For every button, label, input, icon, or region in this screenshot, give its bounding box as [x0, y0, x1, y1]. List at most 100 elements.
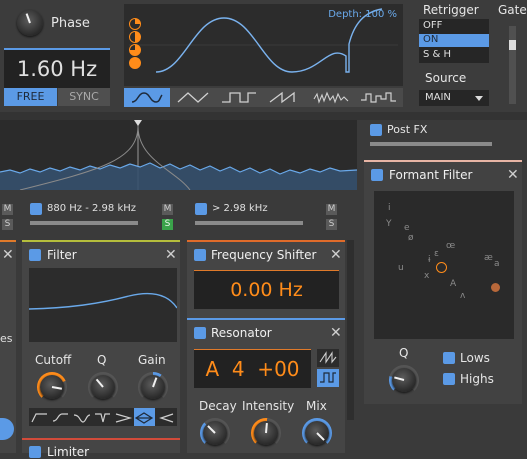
vowel-space-pad[interactable]: i Y e ø œ ɛ æ a ɨ u x A ʌ	[374, 191, 514, 339]
retrigger-option-on-label: ON	[423, 34, 439, 45]
lows-checkbox[interactable]	[443, 352, 455, 364]
cutoff-knob[interactable]	[40, 375, 64, 399]
filter-bell-button[interactable]	[134, 408, 155, 426]
vowel-label: u	[398, 263, 404, 273]
q-knob[interactable]	[91, 375, 115, 399]
formant-position-handle[interactable]	[436, 262, 447, 273]
spectrum-graph	[0, 120, 357, 190]
chevron-down-icon	[475, 96, 483, 101]
saw-wave-icon	[269, 91, 295, 104]
band-1-mute-button[interactable]: M	[162, 204, 173, 215]
square-wave-icon	[222, 92, 256, 103]
free-button[interactable]: FREE	[4, 88, 57, 106]
gain-label: Gain	[138, 353, 166, 367]
phase-offset-0-icon[interactable]	[129, 18, 141, 30]
formant-filter-enable-checkbox[interactable]	[371, 169, 383, 181]
rate-display[interactable]: 1.60 Hz	[4, 48, 110, 88]
saw-wave-button[interactable]	[262, 88, 308, 107]
resonator-title: Resonator	[211, 326, 272, 340]
band-2-solo-button[interactable]: S	[326, 219, 337, 230]
left-panel-close-icon[interactable]: ✕	[2, 248, 14, 262]
source-dropdown[interactable]: MAIN	[419, 90, 489, 106]
device-chain-scrollbar[interactable]	[347, 240, 354, 420]
post-fx-checkbox[interactable]	[370, 124, 382, 136]
filter-notch-button[interactable]	[92, 408, 113, 426]
filter-lowshelf-button[interactable]	[50, 408, 71, 426]
noise-wave-button[interactable]	[308, 88, 354, 107]
filter-peak-button[interactable]	[71, 408, 92, 426]
retrigger-option-sh[interactable]: S & H	[423, 49, 451, 60]
post-fx-level-bar[interactable]	[370, 142, 492, 146]
resonator-enable-checkbox[interactable]	[194, 327, 206, 339]
random-step-wave-button[interactable]	[354, 88, 403, 107]
spectrum-view[interactable]	[0, 120, 357, 190]
filter-curve	[28, 292, 178, 310]
post-fx-label: Post FX	[387, 123, 428, 136]
formant-target-dot[interactable]	[491, 283, 500, 292]
formant-q-knob[interactable]	[392, 368, 416, 392]
q-label: Q	[97, 353, 107, 367]
band-1-label: 880 Hz - 2.98 kHz	[47, 203, 137, 214]
phase-label: Phase	[51, 16, 90, 31]
rate-value: 1.60 Hz	[16, 57, 98, 81]
frequency-shifter-enable-checkbox[interactable]	[194, 249, 206, 261]
resonator-saw-button[interactable]	[317, 349, 339, 367]
retrigger-list[interactable]: OFF ON S & H	[419, 19, 489, 63]
saw-wave-icon	[319, 351, 337, 364]
phase-offset-270-icon[interactable]	[129, 57, 141, 69]
frequency-shifter-display[interactable]: 0.00 Hz	[194, 270, 339, 309]
highshelf-icon	[159, 413, 174, 423]
band-2-level-bar[interactable]	[195, 221, 303, 225]
band-1-enable-checkbox[interactable]	[30, 203, 42, 215]
filter-highshelf-button[interactable]	[155, 408, 177, 426]
sine-wave-button[interactable]	[124, 88, 170, 107]
filter-close-icon[interactable]: ✕	[165, 248, 177, 262]
filter-enable-checkbox[interactable]	[29, 249, 41, 261]
phase-offset-180-icon[interactable]	[129, 44, 141, 56]
frequency-shifter-close-icon[interactable]: ✕	[330, 248, 342, 262]
filter-lowcut-button[interactable]	[29, 408, 50, 426]
decay-knob[interactable]	[203, 421, 227, 445]
lfo-waveform-display[interactable]: Depth: 100 %	[124, 4, 403, 86]
intensity-knob[interactable]	[254, 421, 278, 445]
filter-curve-display[interactable]	[28, 268, 178, 342]
peak-icon	[73, 414, 91, 423]
highs-checkbox[interactable]	[443, 373, 455, 385]
band-1-solo-button[interactable]: S	[162, 219, 173, 230]
resonator-close-icon[interactable]: ✕	[330, 326, 342, 340]
band-0-solo-button[interactable]: S	[2, 219, 13, 230]
retrigger-option-on[interactable]: ON	[419, 34, 489, 47]
gain-knob[interactable]	[141, 375, 165, 399]
phase-offset-90-icon[interactable]	[129, 31, 141, 43]
source-value: MAIN	[425, 92, 451, 103]
depth-label[interactable]: Depth: 100 %	[328, 9, 397, 20]
notch-icon	[95, 413, 110, 423]
lowshelf-icon	[52, 413, 68, 422]
gate-slider-handle[interactable]	[509, 40, 516, 50]
resonator-note-value: A 4 +00	[205, 357, 300, 381]
vowel-label: A	[450, 279, 457, 289]
frequency-shifter-value: 0.00 Hz	[230, 279, 303, 301]
bandpass-icon	[115, 413, 133, 423]
band-2-mute-button[interactable]: M	[326, 204, 337, 215]
resonator-square-button[interactable]	[317, 369, 339, 387]
triangle-wave-button[interactable]	[170, 88, 216, 107]
band-0-mute-button[interactable]: M	[2, 204, 13, 215]
formant-filter-title: Formant Filter	[389, 168, 473, 182]
filter-bandpass-button[interactable]	[113, 408, 134, 426]
phase-knob[interactable]	[17, 10, 43, 36]
square-wave-icon	[320, 372, 336, 383]
band-1-level-bar[interactable]	[30, 221, 138, 225]
mix-knob[interactable]	[305, 421, 329, 445]
vowel-label: x	[424, 271, 430, 281]
vowel-label: œ	[446, 241, 456, 251]
band-2-enable-checkbox[interactable]	[195, 203, 207, 215]
square-wave-button[interactable]	[216, 88, 262, 107]
resonator-note-display[interactable]: A 4 +00	[194, 349, 311, 388]
formant-filter-close-icon[interactable]: ✕	[507, 168, 519, 182]
gate-slider-track[interactable]	[509, 26, 516, 104]
sync-button[interactable]: SYNC	[58, 88, 110, 106]
limiter-enable-checkbox[interactable]	[29, 446, 41, 458]
vowel-label: æ	[484, 253, 493, 263]
retrigger-option-off[interactable]: OFF	[423, 20, 442, 31]
